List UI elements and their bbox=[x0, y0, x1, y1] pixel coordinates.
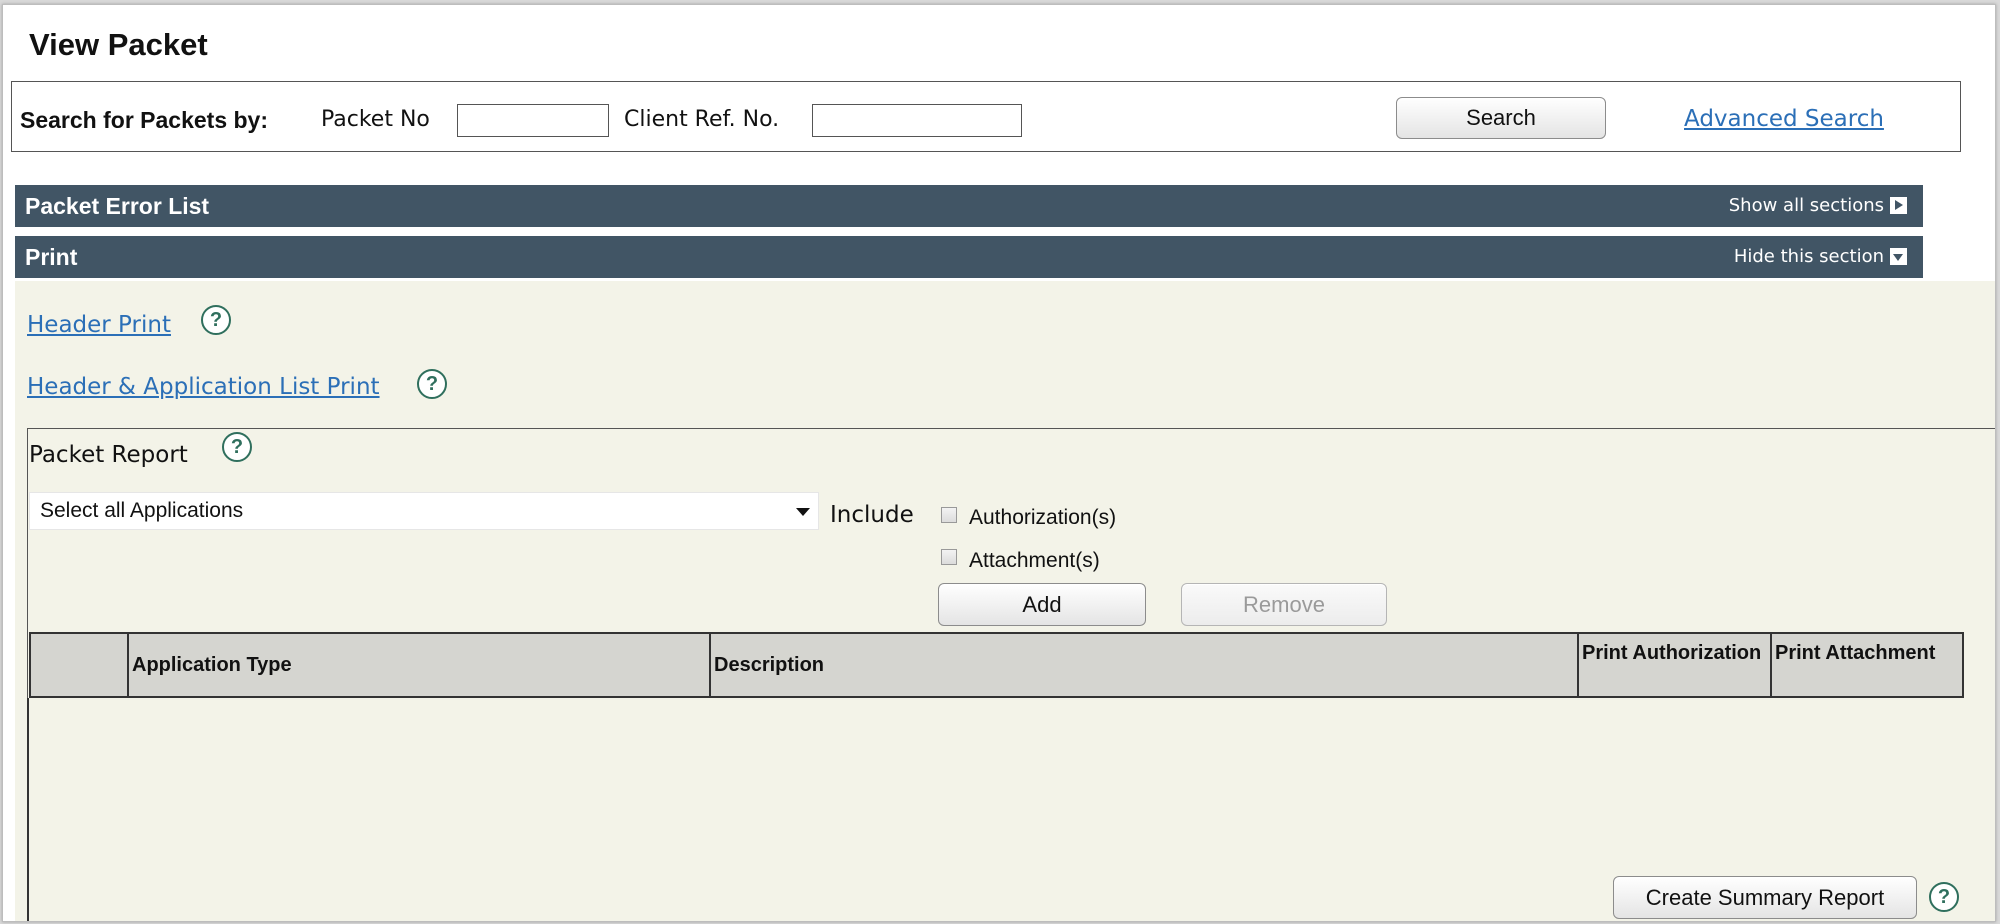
authorization-checkbox[interactable] bbox=[941, 507, 957, 523]
table-header-application-type[interactable]: Application Type bbox=[129, 634, 711, 696]
application-table-header: Application Type Description Print Autho… bbox=[29, 632, 1964, 698]
show-all-sections-toggle[interactable]: Show all sections bbox=[1729, 195, 1907, 216]
search-bar: Search for Packets by: Packet No Client … bbox=[11, 81, 1961, 152]
table-body-left-border bbox=[27, 698, 29, 921]
page-title: View Packet bbox=[29, 27, 208, 62]
table-header-description[interactable]: Description bbox=[711, 634, 1579, 696]
client-ref-label: Client Ref. No. bbox=[624, 107, 780, 132]
hide-section-toggle[interactable]: Hide this section bbox=[1734, 246, 1907, 267]
header-application-list-print-link[interactable]: Header & Application List Print bbox=[27, 374, 380, 400]
application-select-value: Select all Applications bbox=[40, 499, 244, 522]
section-title-packet-error-list: Packet Error List bbox=[25, 193, 210, 219]
window-frame: View Packet Search for Packets by: Packe… bbox=[2, 4, 1996, 922]
triangle-down-icon bbox=[1890, 248, 1907, 265]
attachment-checkbox-label: Attachment(s) bbox=[969, 549, 1100, 572]
attachment-checkbox[interactable] bbox=[941, 549, 957, 565]
hide-section-label: Hide this section bbox=[1733, 246, 1884, 267]
table-header-print-attachment[interactable]: Print Attachment bbox=[1772, 634, 1962, 696]
authorization-checkbox-label: Authorization(s) bbox=[969, 506, 1117, 529]
search-button[interactable]: Search bbox=[1396, 97, 1606, 139]
triangle-right-icon bbox=[1890, 197, 1907, 214]
help-icon[interactable]: ? bbox=[1929, 882, 1959, 912]
section-bar-packet-error-list[interactable]: Packet Error List Show all sections bbox=[15, 185, 1923, 227]
packet-report-title: Packet Report bbox=[29, 442, 188, 468]
search-by-label: Search for Packets by: bbox=[20, 107, 269, 133]
add-button[interactable]: Add bbox=[938, 583, 1146, 626]
table-header-print-authorization[interactable]: Print Authorization bbox=[1579, 634, 1772, 696]
include-label: Include bbox=[830, 502, 914, 528]
packet-no-input[interactable] bbox=[457, 104, 609, 137]
remove-button[interactable]: Remove bbox=[1181, 583, 1387, 626]
table-header-select bbox=[31, 634, 129, 696]
header-print-link[interactable]: Header Print bbox=[27, 312, 171, 338]
create-summary-report-button[interactable]: Create Summary Report bbox=[1613, 876, 1917, 919]
client-ref-input[interactable] bbox=[812, 104, 1022, 137]
packet-no-label: Packet No bbox=[321, 107, 430, 132]
help-icon[interactable]: ? bbox=[201, 305, 231, 335]
section-title-print: Print bbox=[25, 244, 78, 270]
advanced-search-link[interactable]: Advanced Search bbox=[1684, 106, 1884, 132]
section-bar-print[interactable]: Print Hide this section bbox=[15, 236, 1923, 278]
help-icon[interactable]: ? bbox=[417, 369, 447, 399]
chevron-down-icon bbox=[796, 508, 810, 516]
show-all-sections-label: Show all sections bbox=[1728, 195, 1884, 216]
application-select[interactable]: Select all Applications bbox=[29, 492, 819, 530]
help-icon[interactable]: ? bbox=[222, 432, 252, 462]
